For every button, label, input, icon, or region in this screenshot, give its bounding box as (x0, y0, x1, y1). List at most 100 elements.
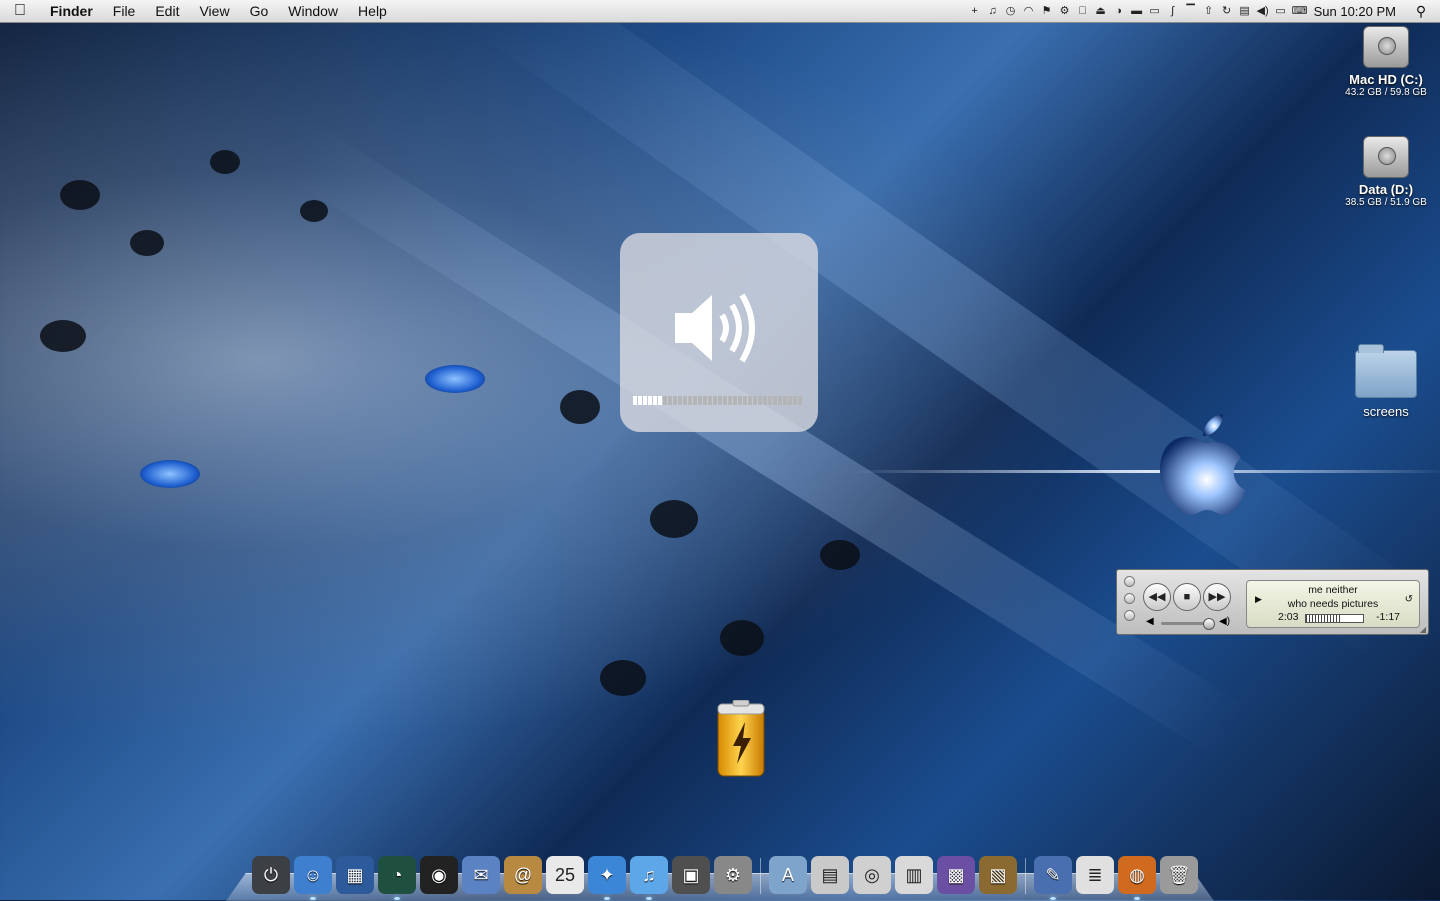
display-icon[interactable]: ▔ (1184, 5, 1198, 17)
itunes-mini-player[interactable]: ◀◀ ■ ▶▶ ◀ ◀) ▶ me neither who needs pict… (1116, 569, 1429, 635)
dock-documents-icon[interactable]: ▤ (811, 856, 849, 894)
dock-timemachine-icon[interactable]: ◔ (378, 856, 416, 900)
menu-window[interactable]: Window (278, 0, 348, 22)
leopard-eye-left (140, 460, 200, 488)
menu-help[interactable]: Help (348, 0, 397, 22)
dock-separator (1025, 858, 1026, 894)
drive-capacity: 43.2 GB / 59.8 GB (1345, 87, 1427, 98)
zoom-window-button[interactable] (1124, 610, 1135, 621)
volume-segment (768, 396, 772, 405)
apple-logo-icon (1160, 414, 1245, 515)
hard-drive-icon (1363, 136, 1409, 178)
timemachine-icon[interactable]: ◑ (1112, 5, 1126, 17)
dock-photo-booth-icon[interactable]: ▧ (979, 856, 1017, 894)
leopard-eye-right (425, 365, 485, 393)
menu-clock[interactable]: Sun 10:20 PM (1314, 4, 1396, 19)
apple-menu-icon[interactable]:  (0, 2, 40, 20)
volume-segment (718, 396, 722, 405)
volume-segment (728, 396, 732, 405)
sync-icon[interactable]: ↻ (1220, 5, 1234, 17)
gears-icon[interactable]: ⚙ (1058, 5, 1072, 17)
dock-mail-icon[interactable]: ✉ (462, 856, 500, 894)
dock-applications-folder-icon[interactable]: A (769, 856, 807, 894)
dock-iphoto-icon[interactable]: ▣ (672, 856, 710, 894)
wallpaper-streak (284, 124, 1249, 759)
stop-button[interactable]: ■ (1173, 583, 1201, 611)
close-window-button[interactable] (1124, 576, 1135, 587)
volume-segment (713, 396, 717, 405)
dock-finder-icon[interactable]: ☺ (294, 856, 332, 900)
next-track-button[interactable]: ▶▶ (1203, 583, 1231, 611)
volume-slider-knob[interactable] (1202, 618, 1215, 630)
wallpaper-streak (850, 470, 1440, 473)
volume-segment (758, 396, 762, 405)
dock-systempreferences-icon[interactable]: ⚙ (714, 856, 752, 894)
menu-file[interactable]: File (103, 0, 146, 22)
desktop-drive-mac-hd[interactable]: Mac HD (C:) 43.2 GB / 59.8 GB (1336, 26, 1436, 98)
spotlight-search-icon[interactable]: ⚲ (1410, 3, 1432, 20)
dock-dashboard-icon[interactable]: ▦ (336, 856, 374, 894)
keyboard-icon[interactable]: ▬ (1130, 5, 1144, 17)
menu-edit[interactable]: Edit (145, 0, 189, 22)
dock-doc-file-icon[interactable]: ▥ (895, 856, 933, 894)
battery-icon[interactable]: ▭ (1274, 5, 1288, 17)
volume-segment (748, 396, 752, 405)
dock-addressbook-icon[interactable]: @ (504, 856, 542, 894)
volume-segment (743, 396, 747, 405)
desktop-drive-data[interactable]: Data (D:) 38.5 GB / 51.9 GB (1336, 136, 1436, 208)
apple-icon[interactable]:  (1076, 5, 1090, 17)
track-artist: who needs pictures (1287, 598, 1379, 610)
language-icon[interactable]: ⌨ (1292, 5, 1308, 17)
now-playing-display: ▶ me neither who needs pictures 2:03 -1:… (1246, 580, 1420, 628)
volume-segment (658, 396, 662, 405)
dock-xcode-icon[interactable]: ✎ (1034, 856, 1072, 900)
volume-segment (763, 396, 767, 405)
volume-segment (643, 396, 647, 405)
volume-segment (633, 396, 637, 405)
dock-camera-icon[interactable]: ◎ (853, 856, 891, 894)
volume-icon[interactable]: ◀) (1256, 5, 1270, 17)
volume-segment (688, 396, 692, 405)
network-icon[interactable]: ▤ (1238, 5, 1252, 17)
menu-app-name[interactable]: Finder (40, 0, 103, 22)
resize-grip-icon[interactable]: ◢ (1420, 625, 1426, 634)
minimize-window-button[interactable] (1124, 593, 1135, 604)
dock-itunes-icon[interactable]: ♫ (630, 856, 668, 900)
volume-segment (703, 396, 707, 405)
volume-segment (793, 396, 797, 405)
dock-photo-viewer-icon[interactable]: ▩ (937, 856, 975, 894)
monitor-icon[interactable]: ▭ (1148, 5, 1162, 17)
volume-segment (663, 396, 667, 405)
dock: ⏻ ☺ ▦ ◔ ◉ ✉ @25 ✦ ♫ ▣ ⚙ A ▤ ◎ ▥ ▩ ▧ ✎ ≣ ◍ 🗑 (250, 850, 1200, 900)
track-progress-bar[interactable] (1305, 614, 1364, 623)
dock-spaces-icon[interactable]: ◉ (420, 856, 458, 894)
desktop-folder-screens[interactable]: screens (1336, 344, 1436, 419)
hard-drive-icon (1363, 26, 1409, 68)
dock-firefox-icon[interactable]: ◍ (1118, 856, 1156, 900)
wifi-icon[interactable]: ◠ (1022, 5, 1036, 17)
eject-icon[interactable]: ⏏ (1094, 5, 1108, 17)
previous-track-button[interactable]: ◀◀ (1143, 583, 1171, 611)
up-arrow-icon[interactable]: ⇧ (1202, 5, 1216, 17)
volume-segment (723, 396, 727, 405)
menu-go[interactable]: Go (240, 0, 279, 22)
dock-safari-icon[interactable]: ✦ (588, 856, 626, 900)
dock-trash-icon[interactable]: 🗑 (1160, 856, 1198, 894)
clock-icon[interactable]: ◷ (1004, 5, 1018, 17)
plus-icon[interactable]: + (968, 5, 982, 17)
snapback-icon[interactable]: ↺ (1405, 594, 1413, 605)
volume-segment (738, 396, 742, 405)
volume-segment (673, 396, 677, 405)
dock-textedit-icon[interactable]: ≣ (1076, 856, 1114, 894)
dock-shutdown-icon[interactable]: ⏻ (252, 856, 290, 894)
dock-separator (760, 858, 761, 894)
menu-extras: + ♫ ◷ ◠ ⚑ ⚙  ⏏ ◑ ▬ ▭ ∫ ▔ ⇧ ↻ ▤ ◀) ▭ ⌨ S… (966, 0, 1440, 22)
elapsed-time: 2:03 (1278, 611, 1299, 623)
menu-view[interactable]: View (189, 0, 239, 22)
volume-segment (668, 396, 672, 405)
flag-icon[interactable]: ⚑ (1040, 5, 1054, 17)
music-note-icon[interactable]: ♫ (986, 5, 1000, 17)
battery-charging-icon (717, 700, 765, 777)
dock-calendar-icon[interactable]: 25 (546, 856, 584, 894)
script-icon[interactable]: ∫ (1166, 5, 1180, 17)
